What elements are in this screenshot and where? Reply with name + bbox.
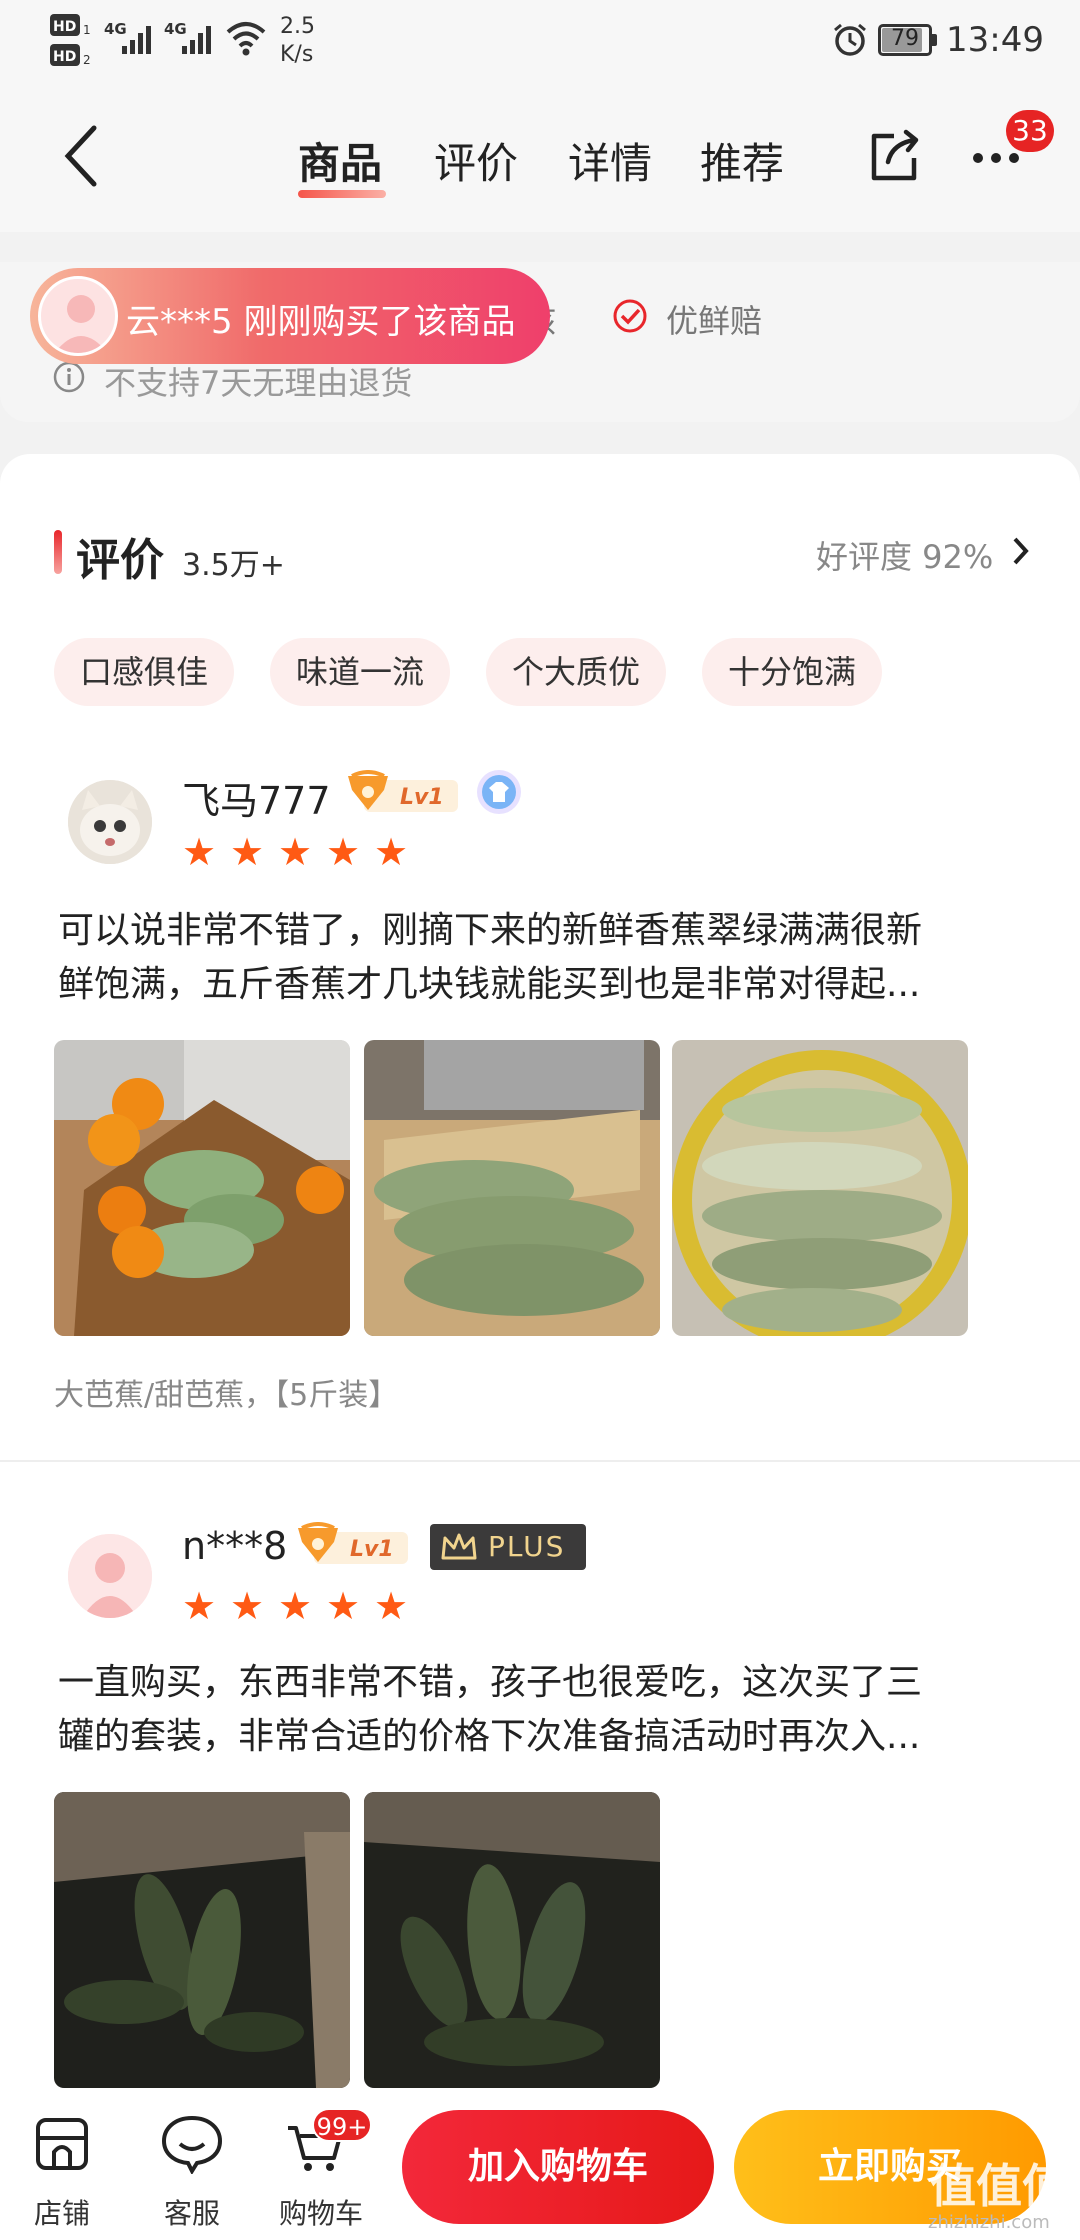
plus-badge: PLUS (430, 1524, 586, 1570)
more-icon[interactable] (970, 148, 1026, 168)
reviews-count: 3.5万+ (182, 548, 285, 583)
share-icon[interactable] (866, 128, 922, 184)
nav-bar: 商品 评价 详情 推荐 33 (0, 84, 1080, 232)
battery-level: 79 (891, 26, 919, 51)
battery-icon: 79 (878, 24, 938, 56)
level-badge-text: Lv1 (350, 1537, 394, 1562)
review-tag[interactable]: 味道一流 (270, 638, 450, 706)
star-icon: ★ (182, 1584, 217, 1628)
review-tag[interactable]: 十分饱满 (702, 638, 882, 706)
avatar[interactable] (68, 1534, 152, 1618)
status-bar: HD 1 HD 2 4G 4G 2.5 K/s 79 13:49 (0, 0, 1080, 84)
section-marker (54, 530, 62, 574)
tab-reviews[interactable]: 评价 (434, 130, 518, 191)
signal-icon: 4G (164, 18, 220, 58)
bottom-action-bar: 店铺 客服 99+ 购物车 加入购物车 立即购买 值值值 zhizhizhi.c… (0, 2094, 1080, 2240)
service-item-label: 优鲜赔 (666, 302, 763, 340)
star-icon: ★ (278, 830, 313, 874)
svg-text:2: 2 (83, 53, 91, 67)
divider (0, 1460, 1080, 1462)
review-text-line: 可以说非常不错了，刚摘下来的新鲜香蕉翠绿满满很新 (58, 910, 923, 951)
svg-text:HD: HD (53, 19, 76, 35)
net-speed-value: 2.5 (280, 14, 315, 39)
review-tag[interactable]: 口感俱佳 (54, 638, 234, 706)
store-icon[interactable] (34, 2116, 90, 2172)
signal-2-label: 4G (164, 20, 187, 38)
review-text[interactable]: 可以说非常不错了，刚摘下来的新鲜香蕉翠绿满满很新 鲜饱满，五斤香蕉才几块钱就能买… (58, 904, 1018, 1012)
review-photo[interactable] (672, 1040, 968, 1336)
chat-icon[interactable] (160, 2114, 224, 2176)
tab-recommend[interactable]: 推荐 (700, 130, 784, 191)
svg-text:1: 1 (83, 23, 91, 37)
watermark: 值值值 (930, 2159, 1068, 2213)
star-icon: ★ (182, 830, 217, 874)
star-icon: ★ (278, 1584, 313, 1628)
watermark-url: zhizhizhi.com (928, 2212, 1050, 2233)
tab-active-underline (298, 190, 386, 198)
review-tag[interactable]: 个大质优 (486, 638, 666, 706)
star-rating: ★ ★ ★ ★ ★ (182, 830, 422, 874)
clock: 13:49 (946, 20, 1044, 60)
review-photo[interactable] (54, 1040, 350, 1336)
rating-summary[interactable]: 好评度 92% (816, 532, 993, 578)
info-icon (52, 360, 86, 394)
more-badge: 33 (1006, 110, 1054, 152)
toast-text: 云***5 刚刚购买了该商品 (126, 302, 516, 342)
star-icon: ★ (326, 1584, 361, 1628)
signal-1-label: 4G (104, 20, 127, 38)
star-icon: ★ (230, 830, 265, 874)
review-photo[interactable] (364, 1040, 660, 1336)
level-badge: Lv1 (344, 770, 460, 816)
tab-product[interactable]: 商品 (298, 130, 382, 191)
reviewer-name: 飞马777 (182, 779, 331, 823)
net-speed-unit: K/s (280, 42, 314, 67)
signal-icon: 4G (104, 18, 160, 58)
reviewer-name: n***8 (182, 1524, 288, 1568)
customer-service-label[interactable]: 客服 (152, 2192, 232, 2232)
review-photo[interactable] (364, 1792, 660, 2088)
star-icon: ★ (230, 1584, 265, 1628)
crown-icon (441, 1533, 477, 1560)
store-label[interactable]: 店铺 (22, 2192, 102, 2232)
cart-label[interactable]: 购物车 (276, 2192, 366, 2232)
level-badge-text: Lv1 (400, 785, 444, 810)
check-circle-icon (612, 298, 648, 334)
product-spec: 大芭蕉/甜芭蕉，【5斤装】 (54, 1378, 399, 1413)
svg-text:HD: HD (53, 49, 76, 65)
avatar[interactable] (68, 780, 152, 864)
tab-details[interactable]: 详情 (568, 130, 652, 191)
wifi-icon (226, 18, 266, 58)
plus-badge-text: PLUS (488, 1530, 566, 1563)
level-badge: Lv1 (294, 1522, 410, 1568)
review-text-line: 一直购买，东西非常不错，孩子也很爱吃，这次买了三 (58, 1662, 923, 1703)
chevron-right-icon[interactable] (1010, 534, 1032, 568)
review-text-line: 鲜饱满，五斤香蕉才几块钱就能买到也是非常对得起... (58, 964, 921, 1005)
star-rating: ★ ★ ★ ★ ★ (182, 1584, 422, 1628)
review-photo[interactable] (54, 1792, 350, 2088)
vip-badge-icon (474, 768, 528, 818)
back-icon[interactable] (60, 124, 104, 188)
purchase-toast: 云***5 刚刚购买了该商品 (30, 268, 550, 364)
hd-sim-icon: HD 1 HD 2 (50, 12, 94, 70)
reviews-title: 评价 (76, 535, 164, 586)
add-to-cart-button[interactable]: 加入购物车 (402, 2110, 714, 2224)
alarm-icon (832, 22, 868, 58)
review-text-line: 罐的套装，非常合适的价格下次准备搞活动时再次入... (58, 1716, 921, 1757)
review-text[interactable]: 一直购买，东西非常不错，孩子也很爱吃，这次买了三 罐的套装，非常合适的价格下次准… (58, 1656, 1018, 1764)
star-icon: ★ (374, 830, 409, 874)
star-icon: ★ (326, 830, 361, 874)
avatar (38, 276, 118, 356)
star-icon: ★ (374, 1584, 409, 1628)
cart-badge: 99+ (312, 2108, 372, 2142)
return-policy-notice: 不支持7天无理由退货 (104, 364, 413, 402)
